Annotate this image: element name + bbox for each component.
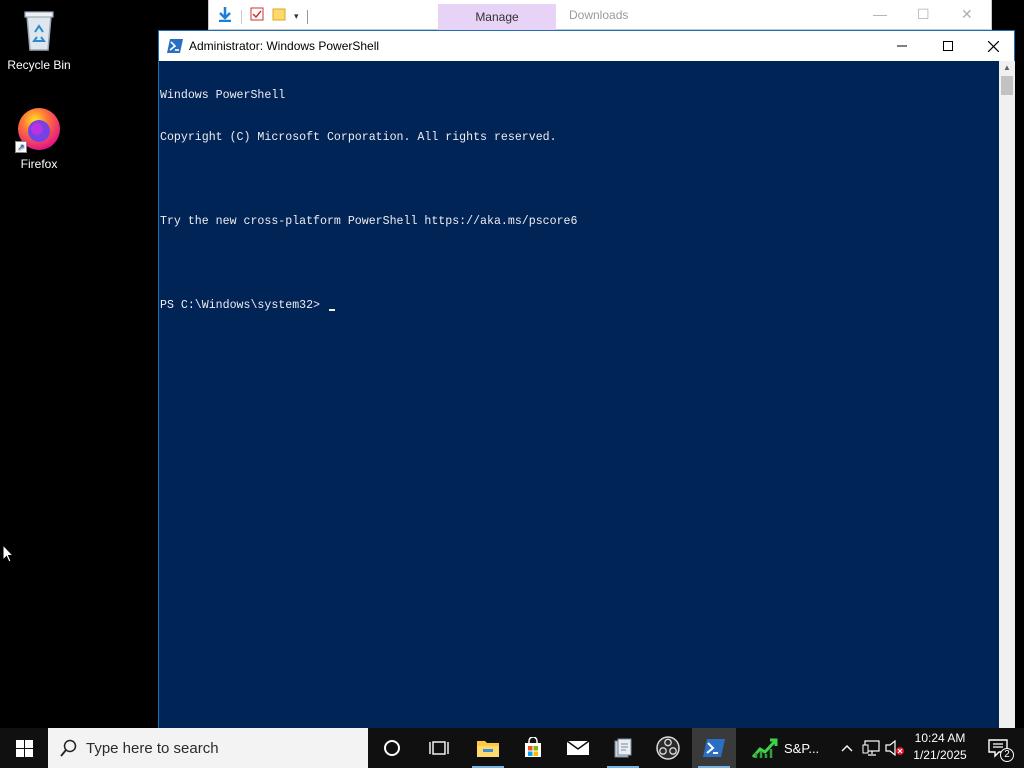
- separator: [241, 9, 242, 24]
- prompt-line[interactable]: PS C:\Windows\system32>: [160, 299, 999, 313]
- text-cursor: [328, 309, 335, 311]
- network-icon: [862, 740, 880, 756]
- minimize-button[interactable]: —: [873, 6, 887, 22]
- volume-button[interactable]: [884, 728, 906, 768]
- desktop-icon-label: Recycle Bin: [7, 58, 71, 72]
- chevron-up-icon: [841, 745, 853, 752]
- customize-dropdown-icon[interactable]: ▾: [294, 11, 299, 22]
- close-button[interactable]: [970, 31, 1016, 61]
- desktop-icon-recycle-bin[interactable]: Recycle Bin: [1, 6, 77, 72]
- new-folder-icon[interactable]: [272, 7, 286, 26]
- download-arrow-icon[interactable]: [217, 6, 233, 27]
- console-line: Copyright (C) Microsoft Corporation. All…: [160, 131, 557, 144]
- close-button[interactable]: ✕: [961, 6, 973, 23]
- cortana-icon: [384, 740, 400, 756]
- obs-icon: [656, 736, 680, 760]
- volume-muted-icon: [885, 740, 904, 756]
- console-line: Windows PowerShell: [160, 89, 286, 102]
- maximize-button[interactable]: [925, 31, 971, 61]
- mouse-pointer-icon: [2, 543, 15, 568]
- explorer-window[interactable]: ▾ Manage Downloads — ☐ ✕: [208, 0, 992, 30]
- mail-icon: [566, 740, 590, 755]
- stock-label: S&P...: [784, 740, 820, 756]
- desktop-icon-firefox[interactable]: ↗ Firefox: [1, 105, 77, 171]
- taskbar-obs[interactable]: [646, 728, 690, 768]
- store-icon: [525, 737, 541, 757]
- search-icon: [60, 739, 78, 757]
- tab-manage[interactable]: Manage: [438, 4, 556, 30]
- search-placeholder: Type here to search: [86, 739, 219, 757]
- prompt-text: PS C:\Windows\system32>: [160, 299, 327, 312]
- separator: [306, 9, 308, 24]
- desktop-icon-label: Firefox: [20, 157, 58, 171]
- notification-count-badge: 2: [1000, 748, 1014, 762]
- minimize-button[interactable]: [879, 31, 925, 61]
- window-title: Administrator: Windows PowerShell: [189, 39, 380, 53]
- taskbar-store[interactable]: [511, 728, 555, 768]
- powershell-icon: [703, 739, 725, 757]
- explorer-title: Downloads: [569, 8, 629, 22]
- show-hidden-icons-button[interactable]: [837, 728, 857, 768]
- powershell-title-icon: [167, 39, 183, 53]
- file-explorer-icon: [477, 741, 499, 757]
- scrollbar-thumb[interactable]: [1001, 76, 1013, 95]
- taskbar-powershell[interactable]: [692, 728, 736, 768]
- stock-widget[interactable]: S&P...: [752, 728, 832, 768]
- taskbar-file-manager[interactable]: [601, 728, 645, 768]
- console-line: Try the new cross-platform PowerShell ht…: [160, 215, 578, 228]
- file-manager-icon: [614, 738, 632, 758]
- powershell-window[interactable]: Administrator: Windows PowerShell Window…: [158, 30, 1015, 729]
- action-center-button[interactable]: 2: [978, 728, 1018, 768]
- search-input[interactable]: Type here to search: [48, 728, 368, 768]
- maximize-button[interactable]: ☐: [917, 6, 930, 23]
- vertical-scrollbar[interactable]: ▲: [999, 61, 1015, 729]
- cortana-button[interactable]: [370, 728, 414, 768]
- clock[interactable]: 10:24 AM 1/21/2025: [904, 730, 976, 766]
- console-output[interactable]: Windows PowerShell Copyright (C) Microso…: [159, 61, 999, 729]
- taskbar-mail[interactable]: [556, 728, 600, 768]
- windows-logo-icon: [15, 739, 33, 757]
- network-button[interactable]: [860, 728, 882, 768]
- properties-icon[interactable]: [250, 7, 264, 26]
- clock-time: 10:24 AM: [914, 731, 966, 745]
- taskbar-file-explorer[interactable]: [466, 728, 510, 768]
- firefox-icon: ↗: [15, 105, 63, 153]
- task-view-icon: [429, 741, 449, 755]
- stock-chart-icon: [752, 738, 778, 758]
- recycle-bin-icon: [15, 6, 63, 54]
- task-view-button[interactable]: [417, 728, 461, 768]
- shortcut-arrow-icon: ↗: [15, 141, 27, 153]
- taskbar: Type here to search S&P... 10:24 AM 1/21…: [0, 728, 1024, 768]
- quick-access-toolbar: ▾: [217, 6, 308, 27]
- clock-date: 1/21/2025: [913, 748, 967, 762]
- scroll-up-icon[interactable]: ▲: [1003, 63, 1011, 72]
- start-button[interactable]: [0, 728, 48, 768]
- title-bar[interactable]: Administrator: Windows PowerShell: [159, 31, 1014, 61]
